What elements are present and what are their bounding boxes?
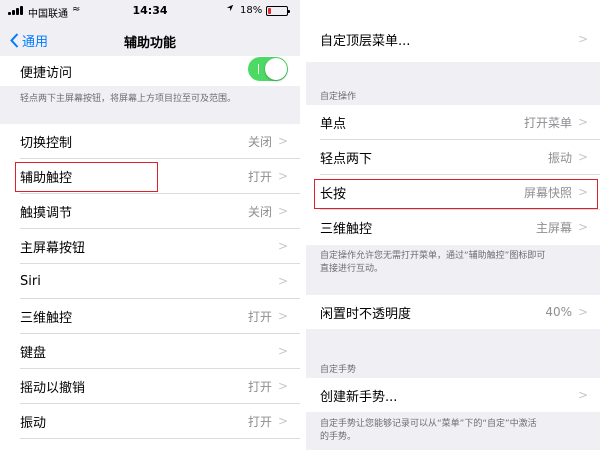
row-value: 打开 [247, 379, 272, 394]
row-value: 打开 [247, 414, 272, 429]
reachability-group: 便捷访问 [0, 56, 300, 86]
reachability-toggle[interactable] [248, 57, 288, 81]
siri-row[interactable]: Siri > [0, 264, 300, 298]
row-label: Siri [20, 273, 41, 289]
chevron-right-icon: > [277, 309, 288, 323]
row-value: 振动 [547, 150, 572, 165]
row-value: 打开 [247, 169, 272, 184]
custom-gestures-header: 自定手势 [320, 365, 357, 375]
3d-touch-row[interactable]: 三维触控 打开 > [0, 299, 300, 333]
footnote-line: 自定手势让您能够记录可以从“菜单”下的“自定”中激活 [320, 419, 537, 429]
custom-gestures-footnote: 自定手势让您能够记录可以从“菜单”下的“自定”中激活 的手势。 [320, 418, 598, 444]
custom-actions-group: 单点 打开菜单 > 轻点两下 振动 > 长按 屏幕快照 > 三维触控 主屏幕 > [306, 105, 600, 245]
row-label: 切换控制 [20, 135, 73, 151]
page-title: 辅助功能 [123, 36, 176, 51]
chevron-right-icon: > [277, 379, 288, 393]
row-value: 主屏幕 [535, 220, 572, 235]
custom-actions-footnote: 自定操作允许您无需打开菜单，通过“辅助触控”图标即可 直接进行互动。 [320, 250, 598, 276]
row-label: 振动 [20, 415, 47, 431]
status-bar: 中国联通 ≈ 14:34 18% [0, 0, 300, 22]
chevron-right-icon: > [577, 115, 588, 129]
keyboard-row[interactable]: 键盘 > [0, 334, 300, 368]
row-value: 打开菜单 [523, 115, 572, 130]
battery-icon [266, 6, 290, 16]
create-new-gesture-row[interactable]: 创建新手势... > [306, 378, 600, 412]
chevron-right-icon: > [277, 169, 288, 183]
chevron-right-icon: > [577, 32, 588, 46]
row-label: 单点 [320, 116, 347, 132]
shake-to-undo-row[interactable]: 摇动以撤销 打开 > [0, 369, 300, 403]
row-label: 创建新手势... [320, 389, 398, 405]
row-value: 40% [545, 305, 572, 319]
assistive-touch-settings-panel: 自定顶层菜单... > 自定操作 单点 打开菜单 > 轻点两下 振动 > 长按 … [306, 0, 600, 450]
row-value: 关闭 [247, 204, 272, 219]
chevron-right-icon: > [277, 239, 288, 253]
chevron-right-icon: > [577, 220, 588, 234]
3d-touch-action-row[interactable]: 三维触控 主屏幕 > [306, 210, 600, 244]
row-label: 自定顶层菜单... [320, 33, 411, 49]
row-value: 打开 [247, 309, 272, 324]
row-value: 关闭 [247, 134, 272, 149]
chevron-right-icon: > [277, 414, 288, 428]
row-label: 触摸调节 [20, 205, 73, 221]
accessibility-settings-panel: 中国联通 ≈ 14:34 18% 通用 辅助功能 便捷访问 轻点两下主屏幕按钮，… [0, 0, 300, 450]
customize-top-menu-row[interactable]: 自定顶层菜单... > [306, 22, 600, 56]
footnote-line: 自定操作允许您无需打开菜单，通过“辅助触控”图标即可 [320, 251, 546, 261]
reachability-label: 便捷访问 [20, 65, 73, 81]
double-tap-row[interactable]: 轻点两下 振动 > [306, 140, 600, 174]
location-arrow-icon [226, 4, 234, 15]
custom-gestures-group: 创建新手势... > [306, 378, 600, 412]
battery-percent: 18% [240, 5, 263, 16]
chevron-right-icon: > [577, 150, 588, 164]
chevron-right-icon: > [277, 204, 288, 218]
chevron-right-icon: > [277, 344, 288, 358]
chevron-right-icon: > [277, 274, 288, 288]
top-menu-group: 自定顶层菜单... > [306, 0, 600, 62]
row-label: 三维触控 [320, 221, 373, 237]
row-label: 闲置时不透明度 [320, 306, 412, 322]
footnote-line: 直接进行互动。 [320, 264, 384, 274]
long-press-highlight-box [314, 179, 598, 209]
reachability-row: 便捷访问 [0, 54, 300, 88]
chevron-right-icon: > [577, 305, 588, 319]
switch-control-row[interactable]: 切换控制 关闭 > [0, 124, 300, 158]
footnote-line: 的手势。 [320, 432, 357, 442]
row-label: 三维触控 [20, 310, 73, 326]
row-label: 轻点两下 [320, 151, 373, 167]
row-label: 摇动以撤销 [20, 380, 86, 396]
custom-actions-header: 自定操作 [320, 92, 357, 102]
chevron-right-icon: > [577, 388, 588, 402]
idle-opacity-row[interactable]: 闲置时不透明度 40% > [306, 295, 600, 329]
assistive-touch-highlight-box [15, 162, 158, 192]
idle-opacity-group: 闲置时不透明度 40% > [306, 295, 600, 329]
touch-accommodations-row[interactable]: 触摸调节 关闭 > [0, 194, 300, 228]
single-tap-row[interactable]: 单点 打开菜单 > [306, 105, 600, 139]
row-label: 键盘 [20, 345, 47, 361]
home-button-row[interactable]: 主屏幕按钮 > [0, 229, 300, 263]
vibration-row[interactable]: 振动 打开 > [0, 404, 300, 438]
reachability-footnote: 轻点两下主屏幕按钮，将屏幕上方项目拉至可及范围。 [20, 94, 237, 104]
chevron-right-icon: > [277, 134, 288, 148]
row-label: 主屏幕按钮 [20, 240, 86, 256]
navigation-bar: 通用 辅助功能 [0, 22, 300, 56]
